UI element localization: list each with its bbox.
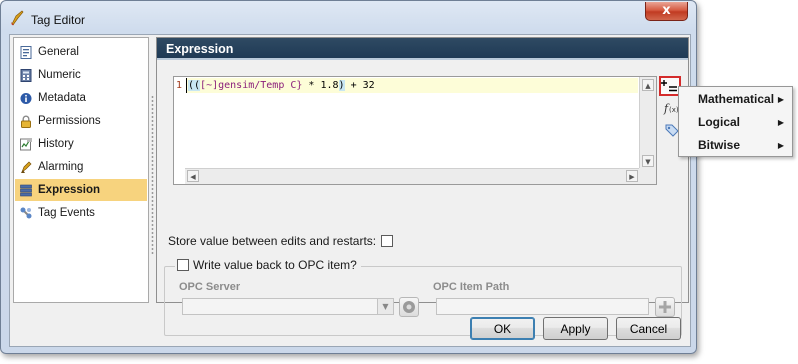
sidebar-item-expression[interactable]: Expression — [15, 179, 147, 201]
code-tail: + 32 — [344, 80, 375, 91]
group-title: Write value back to OPC item? — [175, 258, 361, 272]
submenu-arrow-icon: ▶ — [777, 118, 784, 127]
submenu-arrow-icon: ▶ — [777, 141, 784, 150]
sidebar-item-metadata[interactable]: Metadata — [15, 87, 147, 109]
window-title: Tag Editor — [31, 13, 86, 27]
tag-events-icon — [20, 207, 32, 218]
expression-panel: Expression 1 (([~]gensim/Temp C} * 1.8) … — [156, 37, 689, 336]
close-icon: x — [662, 3, 671, 18]
code-operand: * 1.8 — [302, 80, 339, 91]
write-back-checkbox[interactable] — [177, 259, 189, 271]
title-bar[interactable]: Tag Editor x — [1, 1, 696, 33]
browse-item-path-button[interactable] — [655, 297, 675, 317]
horizontal-scrollbar[interactable]: ◀ ▶ — [185, 168, 640, 184]
sidebar-item-history[interactable]: History — [15, 133, 147, 155]
numeric-icon — [20, 68, 32, 82]
dialog-body: General Numeric Metadata Permissions His… — [9, 34, 691, 347]
tag-editor-window: Tag Editor x General Numeric Metadata Pe… — [0, 0, 697, 354]
sidebar-item-label: Numeric — [38, 69, 81, 81]
close-button[interactable]: x — [645, 2, 688, 21]
browse-icon — [403, 301, 415, 313]
opc-server-dropdown[interactable]: ▼ — [182, 298, 394, 315]
code-paren-open: (( — [188, 80, 201, 91]
scroll-up-icon[interactable]: ▲ — [642, 79, 654, 91]
history-icon — [20, 137, 32, 150]
plus-icon — [659, 301, 671, 313]
insert-operator-icon — [661, 80, 677, 92]
alarm-bell-icon — [21, 161, 32, 173]
menu-item-label: Bitwise — [698, 138, 741, 152]
code-text[interactable]: (([~]gensim/Temp C} * 1.8) + 32 — [188, 80, 375, 91]
cancel-button[interactable]: Cancel — [616, 317, 681, 340]
sidebar-item-label: General — [38, 46, 79, 58]
sidebar-item-numeric[interactable]: Numeric — [15, 64, 147, 86]
chevron-down-icon: ▼ — [377, 299, 393, 314]
expression-editor[interactable]: 1 (([~]gensim/Temp C} * 1.8) + 32 ▲ ▼ ◀ … — [173, 76, 657, 185]
scroll-right-icon[interactable]: ▶ — [626, 170, 638, 182]
tag-editor-icon — [11, 10, 24, 26]
expression-icon — [20, 184, 32, 196]
opc-server-label: OPC Server — [179, 281, 241, 293]
sidebar-item-general[interactable]: General — [15, 41, 147, 63]
store-value-checkbox[interactable] — [381, 235, 393, 247]
line-number: 1 — [176, 80, 183, 91]
sidebar-item-tag-events[interactable]: Tag Events — [15, 202, 147, 224]
vertical-scrollbar[interactable]: ▲ ▼ — [639, 77, 656, 169]
submenu-arrow-icon: ▶ — [777, 95, 784, 104]
operator-popup-menu: Mathematical ▶ Logical ▶ Bitwise ▶ — [678, 86, 793, 157]
sidebar-item-label: Metadata — [38, 92, 86, 104]
metadata-icon — [20, 92, 32, 104]
apply-button[interactable]: Apply — [543, 317, 608, 340]
sidebar-item-label: Permissions — [38, 115, 101, 127]
ok-button[interactable]: OK — [470, 317, 535, 340]
panel-splitter[interactable] — [151, 95, 154, 255]
code-tag-path: [~]gensim/Temp C} — [200, 80, 303, 91]
sidebar-item-label: History — [38, 138, 74, 150]
sidebar-item-alarming[interactable]: Alarming — [15, 156, 147, 178]
menu-item-label: Logical — [698, 115, 741, 129]
scroll-left-icon[interactable]: ◀ — [187, 170, 199, 182]
lock-icon — [21, 115, 31, 128]
store-value-label: Store value between edits and restarts: — [168, 234, 377, 248]
opc-item-path-label: OPC Item Path — [433, 281, 510, 293]
menu-item-logical[interactable]: Logical ▶ — [679, 111, 792, 134]
scroll-down-icon[interactable]: ▼ — [642, 155, 654, 167]
scroll-corner — [639, 168, 656, 184]
section-header: Expression — [157, 38, 688, 60]
general-icon — [20, 45, 32, 59]
sidebar-item-label: Expression — [38, 184, 100, 196]
sidebar-item-permissions[interactable]: Permissions — [15, 110, 147, 132]
property-sidebar: General Numeric Metadata Permissions His… — [13, 37, 149, 303]
browse-server-button[interactable] — [399, 297, 419, 317]
write-back-label: Write value back to OPC item? — [193, 258, 357, 272]
opc-item-path-field[interactable] — [436, 298, 649, 315]
sidebar-item-label: Alarming — [38, 161, 84, 173]
menu-item-bitwise[interactable]: Bitwise ▶ — [679, 134, 792, 157]
menu-item-mathematical[interactable]: Mathematical ▶ — [679, 88, 792, 111]
menu-item-label: Mathematical — [698, 92, 775, 106]
line-gutter: 1 — [174, 77, 185, 169]
sidebar-item-label: Tag Events — [38, 207, 95, 219]
